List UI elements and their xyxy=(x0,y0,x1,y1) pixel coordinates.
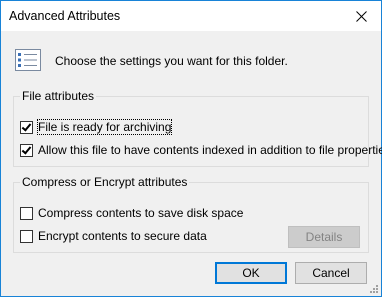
advanced-attributes-dialog: Advanced Attributes Choose the settings … xyxy=(0,0,382,297)
details-button[interactable]: Details xyxy=(288,226,360,248)
ok-button[interactable]: OK xyxy=(215,262,287,284)
encrypt-checkbox-label: Encrypt contents to secure data xyxy=(38,229,207,243)
encrypt-checkbox-box[interactable] xyxy=(20,229,33,243)
index-checkbox-box[interactable] xyxy=(20,143,33,157)
cancel-button[interactable]: Cancel xyxy=(295,262,367,284)
ok-button-label: OK xyxy=(242,266,260,280)
compress-encrypt-legend: Compress or Encrypt attributes xyxy=(22,175,188,189)
compress-checkbox[interactable]: Compress contents to save disk space xyxy=(20,206,243,220)
compress-checkbox-label: Compress contents to save disk space xyxy=(38,206,244,220)
index-checkbox[interactable]: Allow this file to have contents indexed… xyxy=(20,143,382,157)
archive-checkbox-label: File is ready for archiving xyxy=(36,119,173,135)
details-button-label: Details xyxy=(305,230,343,244)
compress-checkbox-box[interactable] xyxy=(20,206,33,220)
attributes-list-icon xyxy=(15,49,41,71)
close-icon xyxy=(355,10,367,22)
window-title: Advanced Attributes xyxy=(9,9,121,23)
title-bar: Advanced Attributes xyxy=(1,1,381,31)
archive-checkbox[interactable]: File is ready for archiving xyxy=(20,119,173,135)
archive-checkbox-box[interactable] xyxy=(20,120,33,134)
file-attributes-group: File attributes File is ready for archiv… xyxy=(13,89,382,167)
close-button[interactable] xyxy=(341,1,381,31)
resize-grip-icon[interactable] xyxy=(369,284,379,294)
compress-encrypt-group: Compress or Encrypt attributes Compress … xyxy=(13,175,369,253)
cancel-button-label: Cancel xyxy=(312,266,350,280)
header-instruction: Choose the settings you want for this fo… xyxy=(55,54,288,68)
file-attributes-legend: File attributes xyxy=(22,89,95,103)
index-checkbox-label: Allow this file to have contents indexed… xyxy=(38,143,382,157)
encrypt-checkbox[interactable]: Encrypt contents to secure data xyxy=(20,229,207,243)
